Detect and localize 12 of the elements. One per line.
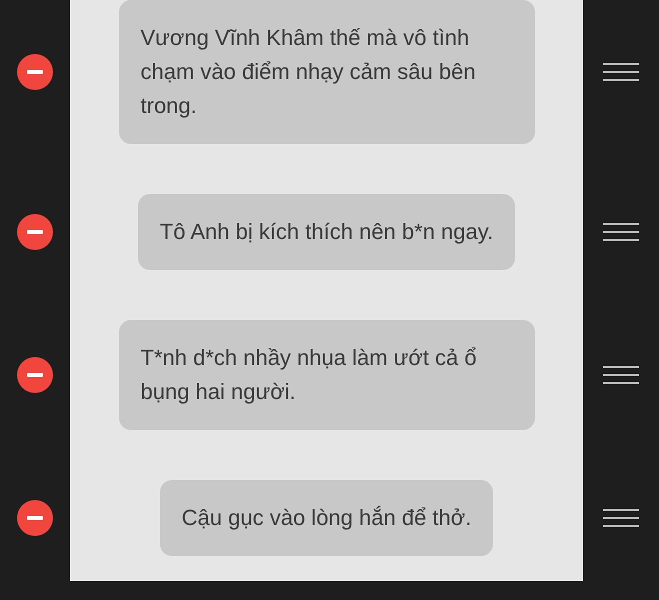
message-card: Cậu gục vào lòng hắn để thở.: [160, 480, 494, 556]
message-card: T*nh d*ch nhầy nhụa làm ướt cả ổ bụng hai người.: [118, 320, 534, 430]
drag-handle-icon[interactable]: [603, 62, 639, 82]
delete-icon[interactable]: [17, 357, 53, 393]
drag-handle-icon[interactable]: [603, 365, 639, 385]
delete-icon[interactable]: [17, 214, 53, 250]
delete-icon[interactable]: [17, 54, 53, 90]
drag-handle-icon[interactable]: [603, 508, 639, 528]
delete-icon[interactable]: [17, 500, 53, 536]
message-card: Vương Vĩnh Khâm thế mà vô tình chạm vào điểm nhạy cảm sâu bên trong.: [118, 0, 534, 144]
message-card: Tô Anh bị kích thích nên b*n ngay.: [138, 194, 516, 270]
drag-handle-icon[interactable]: [603, 222, 639, 242]
